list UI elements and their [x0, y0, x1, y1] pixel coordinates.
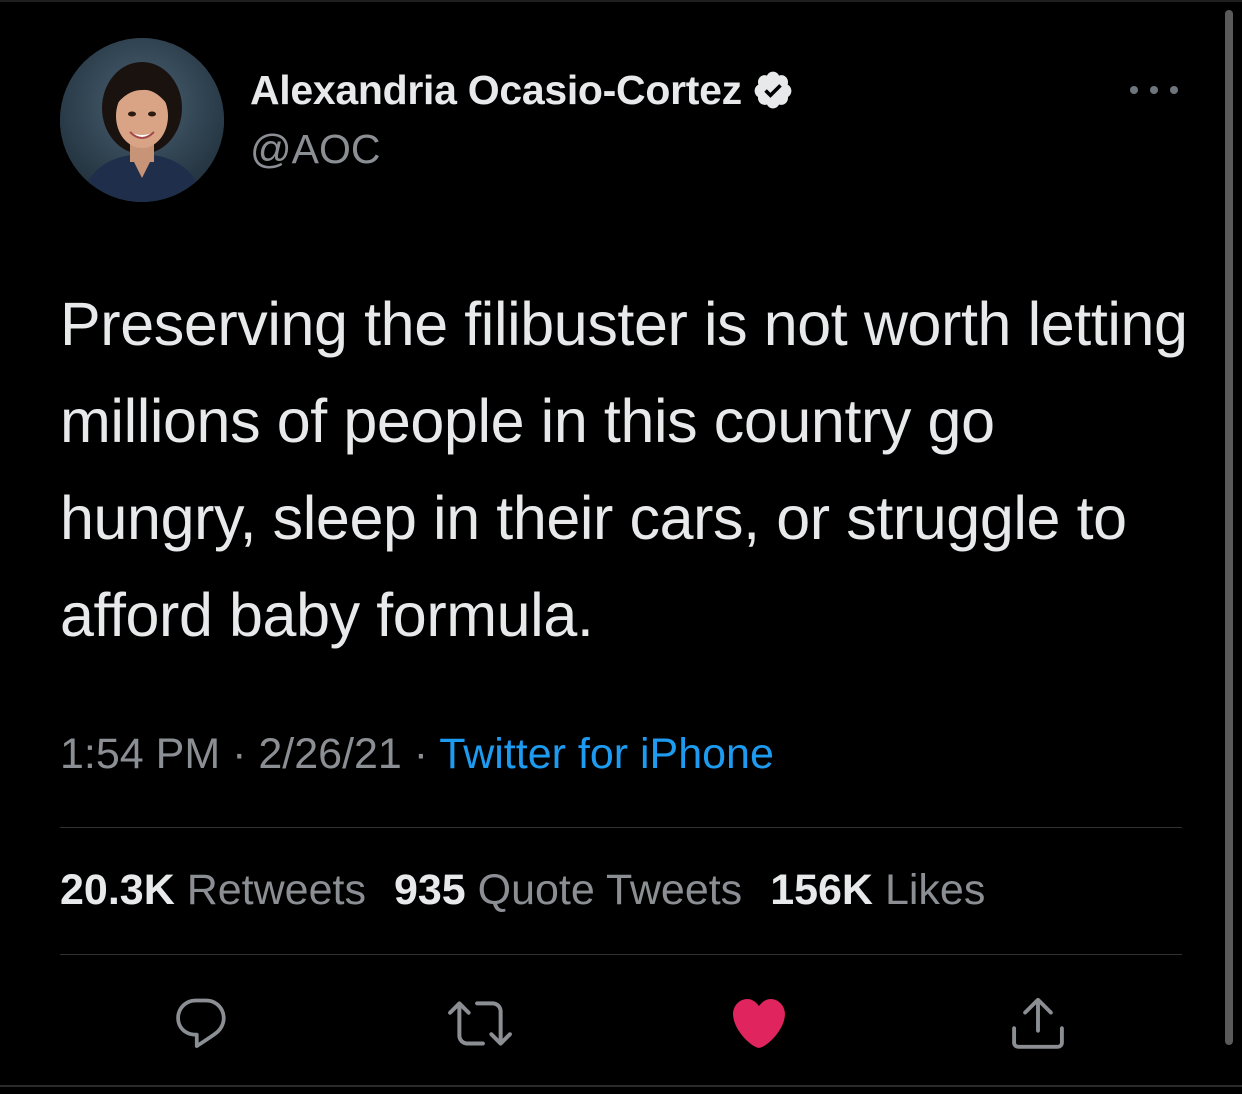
top-divider	[0, 0, 1242, 2]
bottom-divider	[0, 1085, 1242, 1087]
tweet-time[interactable]: 1:54 PM	[60, 730, 220, 778]
reply-icon	[176, 998, 226, 1048]
verified-badge-icon	[754, 71, 792, 109]
avatar-image	[60, 38, 224, 202]
retweets-label: Retweets	[186, 866, 366, 914]
like-icon	[733, 999, 785, 1048]
avatar[interactable]	[60, 38, 224, 202]
reply-button[interactable]	[168, 990, 234, 1056]
retweet-button[interactable]	[447, 990, 513, 1056]
dot-icon	[1150, 86, 1158, 94]
likes-stat[interactable]: 156K Likes	[770, 866, 985, 915]
dot-icon	[1130, 86, 1138, 94]
action-bar	[0, 990, 1242, 1060]
dot-icon	[1170, 86, 1178, 94]
scrollbar[interactable]	[1225, 10, 1233, 1045]
tweet-meta: 1:54 PM · 2/26/21 · Twitter for iPhone	[60, 730, 774, 779]
tweet-date[interactable]: 2/26/21	[258, 730, 401, 778]
divider	[60, 954, 1182, 955]
meta-separator: ·	[232, 730, 247, 778]
tweet-source-link[interactable]: Twitter for iPhone	[439, 730, 774, 778]
likes-label: Likes	[884, 866, 986, 914]
retweets-count: 20.3K	[60, 866, 175, 914]
author-handle[interactable]: @AOC	[250, 126, 380, 173]
share-button[interactable]	[1005, 990, 1071, 1056]
meta-separator: ·	[413, 730, 429, 778]
quote-tweets-label: Quote Tweets	[477, 866, 743, 914]
tweet-text: Preserving the filibuster is not worth l…	[60, 290, 1188, 649]
likes-count: 156K	[770, 866, 873, 914]
divider	[60, 827, 1182, 828]
retweets-stat[interactable]: 20.3K Retweets	[60, 866, 366, 915]
retweet-icon	[448, 1001, 512, 1046]
author-name-row[interactable]: Alexandria Ocasio-Cortez	[250, 64, 794, 116]
engagement-stats: 20.3K Retweets 935 Quote Tweets 156K Lik…	[60, 866, 985, 915]
display-name[interactable]: Alexandria Ocasio-Cortez	[250, 67, 742, 114]
like-button[interactable]	[726, 990, 792, 1056]
tweet-detail: Alexandria Ocasio-Cortez @AOC Preserving…	[0, 0, 1242, 1094]
more-options-button[interactable]	[1130, 78, 1178, 102]
quote-tweets-count: 935	[393, 866, 466, 914]
quote-tweets-stat[interactable]: 935 Quote Tweets	[394, 866, 742, 915]
share-icon	[1012, 997, 1064, 1049]
